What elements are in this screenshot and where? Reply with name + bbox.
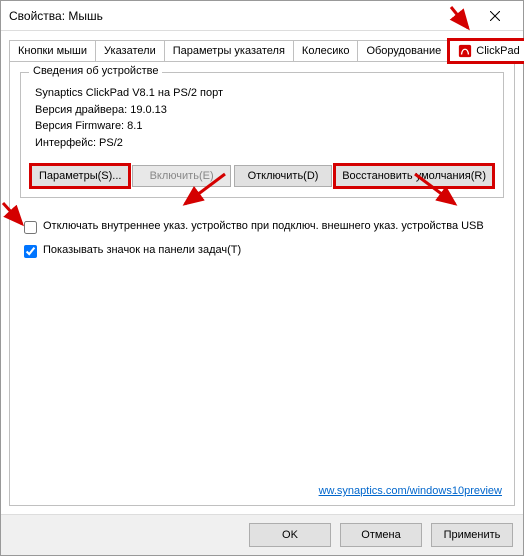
close-button[interactable] <box>475 2 515 30</box>
apply-button[interactable]: Применить <box>431 523 513 547</box>
mouse-properties-window: Свойства: Мышь Кнопки мыши Указатели Пар… <box>0 0 524 556</box>
window-title: Свойства: Мышь <box>9 9 475 23</box>
device-button-row: Параметры(S)... Включить(E) Отключить(D)… <box>31 165 493 187</box>
disable-internal-label: Отключать внутреннее указ. устройство пр… <box>43 220 484 232</box>
content-area: Кнопки мыши Указатели Параметры указател… <box>1 31 523 514</box>
show-tray-checkbox-row[interactable]: Показывать значок на панели задач(T) <box>24 244 504 258</box>
clickpad-icon <box>458 44 472 58</box>
tab-hardware[interactable]: Оборудование <box>357 40 450 62</box>
device-info-title: Сведения об устройстве <box>29 65 162 77</box>
show-tray-checkbox[interactable] <box>24 245 37 258</box>
disable-button[interactable]: Отключить(D) <box>234 165 332 187</box>
tab-wheel[interactable]: Колесико <box>293 40 359 62</box>
tab-clickpad[interactable]: ClickPad <box>449 40 524 62</box>
firmware-version: Версия Firmware: 8.1 <box>35 118 493 135</box>
interface: Интерфейс: PS/2 <box>35 135 493 152</box>
tab-strip: Кнопки мыши Указатели Параметры указател… <box>9 39 515 61</box>
disable-internal-checkbox[interactable] <box>24 221 37 234</box>
disable-internal-checkbox-row[interactable]: Отключать внутреннее указ. устройство пр… <box>24 220 504 234</box>
close-icon <box>490 11 500 21</box>
restore-defaults-button[interactable]: Восстановить умолчания(R) <box>335 165 493 187</box>
driver-version: Версия драйвера: 19.0.13 <box>35 102 493 119</box>
enable-button: Включить(E) <box>132 165 230 187</box>
tab-pointers[interactable]: Указатели <box>95 40 165 62</box>
clickpad-panel: Сведения об устройстве Synaptics ClickPa… <box>9 61 515 506</box>
tab-pointer-options[interactable]: Параметры указателя <box>164 40 294 62</box>
titlebar: Свойства: Мышь <box>1 1 523 31</box>
tab-buttons[interactable]: Кнопки мыши <box>9 40 96 62</box>
show-tray-label: Показывать значок на панели задач(T) <box>43 244 241 256</box>
tab-clickpad-label: ClickPad <box>476 45 519 57</box>
ok-button[interactable]: OK <box>249 523 331 547</box>
synaptics-link[interactable]: ww.synaptics.com/windows10preview <box>319 485 502 497</box>
device-info-text: Synaptics ClickPad V8.1 на PS/2 порт Вер… <box>31 83 493 165</box>
device-name: Synaptics ClickPad V8.1 на PS/2 порт <box>35 85 493 102</box>
params-button[interactable]: Параметры(S)... <box>31 165 129 187</box>
device-info-group: Сведения об устройстве Synaptics ClickPa… <box>20 72 504 198</box>
dialog-buttons: OK Отмена Применить <box>1 514 523 555</box>
cancel-button[interactable]: Отмена <box>340 523 422 547</box>
